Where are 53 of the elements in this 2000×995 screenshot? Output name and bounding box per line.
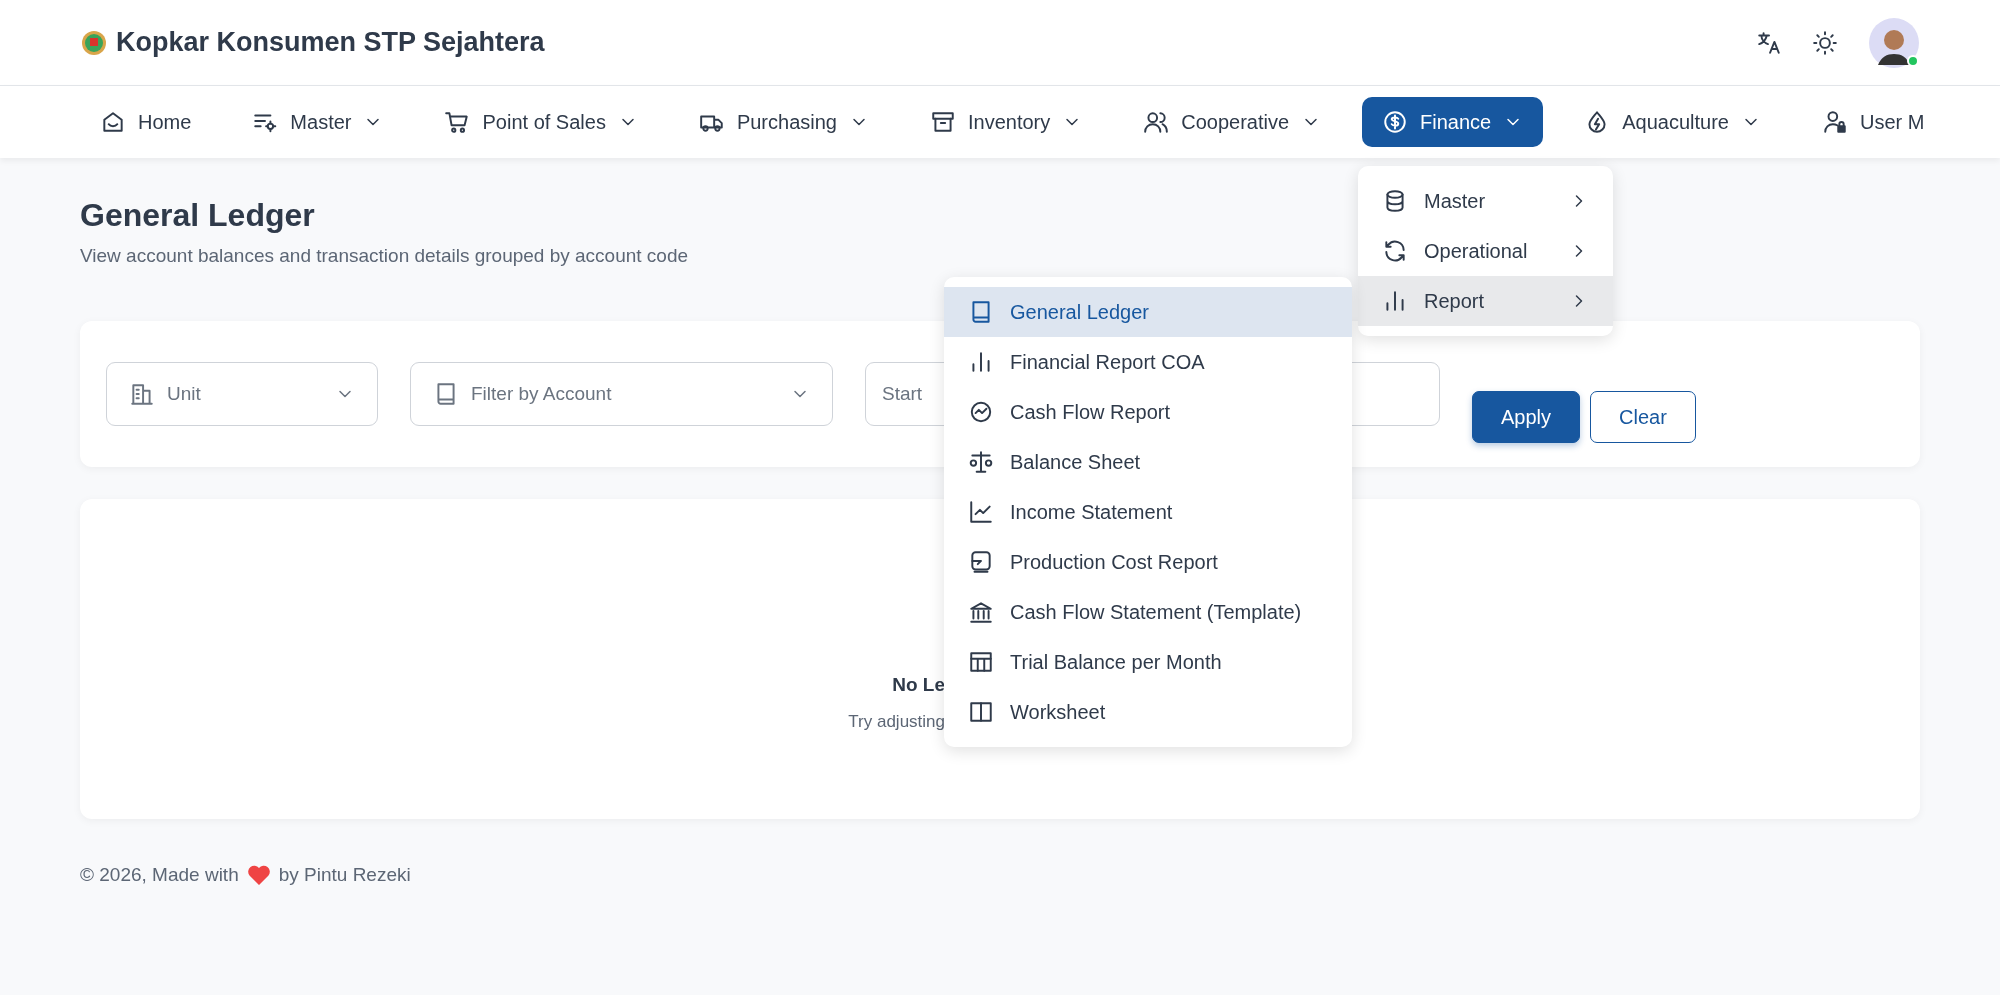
unit-placeholder: Unit [167, 381, 202, 406]
card-icon [968, 549, 994, 575]
nav-item[interactable]: User M [1802, 97, 1945, 147]
nav-item[interactable]: Inventory [909, 97, 1103, 147]
avatar[interactable] [1868, 16, 1920, 69]
menu-item[interactable]: Financial Report COA [944, 337, 1352, 387]
menu-item[interactable]: Cash Flow Statement (Template) [944, 587, 1352, 637]
nav-item[interactable]: Point of Sales [424, 97, 658, 147]
footer-text: © 2026, Made with [80, 862, 239, 887]
nav-item[interactable]: Master [232, 97, 404, 147]
users-icon [1143, 109, 1170, 135]
table-icon [968, 649, 994, 675]
line-chart-icon [968, 499, 994, 525]
nav-item[interactable]: Aquaculture [1564, 97, 1781, 147]
menu-item[interactable]: Worksheet [944, 687, 1352, 737]
translate-icon[interactable] [1756, 29, 1782, 56]
page-subtitle: View account balances and transaction details grouped by account code [80, 244, 689, 269]
sun-icon[interactable] [1812, 29, 1838, 56]
account-select[interactable]: Filter by Account [410, 361, 833, 426]
nav-item[interactable]: Home [80, 97, 212, 147]
menu-item[interactable]: Income Statement [944, 487, 1352, 537]
menu-item[interactable]: Trial Balance per Month [944, 637, 1352, 687]
menu-item[interactable]: Production Cost Report [944, 537, 1352, 587]
clear-button[interactable]: Clear [1590, 390, 1696, 443]
scale-icon [968, 449, 994, 475]
home-icon [100, 109, 126, 135]
bank-icon [968, 599, 994, 625]
menu-item[interactable]: General Ledger [944, 287, 1352, 337]
dollar-circle-icon [1382, 109, 1409, 135]
menu-item[interactable]: Cash Flow Report [944, 387, 1352, 437]
page-title: General Ledger [80, 196, 315, 235]
heart-icon [246, 864, 271, 887]
nav-item[interactable]: Purchasing [678, 97, 889, 147]
user-lock-icon [1822, 109, 1848, 135]
app-title: Kopkar Konsumen STP Sejahtera [116, 26, 545, 60]
cart-icon [444, 109, 471, 135]
apply-button[interactable]: Apply [1472, 390, 1581, 443]
nav-item[interactable]: Cooperative [1123, 97, 1342, 147]
menu-item[interactable]: Operational [1358, 226, 1613, 276]
columns-icon [968, 699, 994, 725]
account-placeholder: Filter by Account [471, 381, 613, 406]
footer-author: by Pintu Rezeki [278, 862, 411, 887]
menu-item[interactable]: Report [1358, 276, 1613, 326]
empty-state-message: Try adjusting [848, 711, 945, 734]
logo-icon [80, 28, 108, 57]
menu-item[interactable]: Balance Sheet [944, 437, 1352, 487]
nav-item[interactable]: Finance [1362, 97, 1544, 147]
empty-state-title: No Le [892, 672, 945, 697]
unit-select[interactable]: Unit [106, 361, 378, 426]
chart-circle-icon [968, 399, 994, 425]
archive-icon [929, 109, 956, 135]
refresh-icon [1382, 238, 1408, 264]
menu-item[interactable]: Master [1358, 176, 1613, 226]
